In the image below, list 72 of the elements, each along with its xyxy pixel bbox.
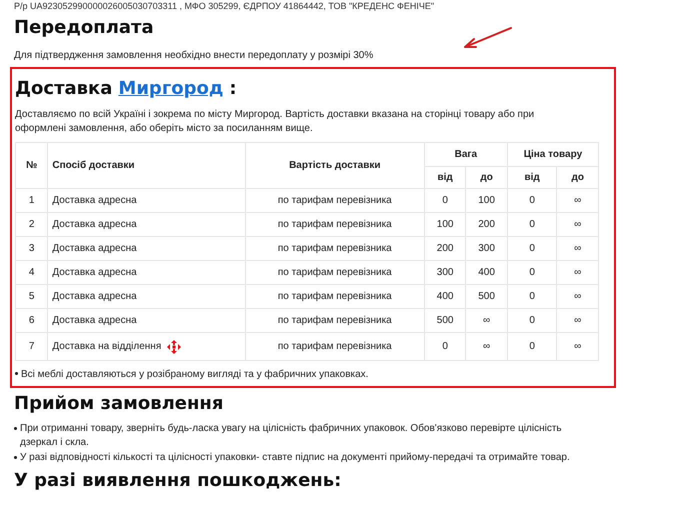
table-cell: по тарифам перевізника <box>245 308 424 332</box>
column-header: від <box>507 166 557 188</box>
table-cell: 500 <box>466 284 508 308</box>
paragraph: При отриманні товару, зверніть будь-ласка увагу на цілісність фабричних упаковок. Обов'язково перевірте цілісність дзеркал і скла. <box>20 422 563 450</box>
table-cell-text: Доставка адресна <box>52 194 137 208</box>
table-cell: ∞ <box>556 188 598 212</box>
table-cell: 200 <box>424 236 466 260</box>
table-cell-text: Доставка адресна <box>52 218 137 232</box>
paragraph: Доставляємо по всій Україні і зокрема по місту Миргород. Вартість доставки вказана на сторінці товару або при оформлені замовлення, або оберіть місто за посиланням вище. <box>15 108 536 136</box>
column-header: до <box>466 166 508 188</box>
city-link[interactable]: Миргород <box>118 75 224 102</box>
table-cell: ∞ <box>556 332 598 360</box>
table-cell-text: Доставка адресна <box>52 266 137 280</box>
bank-details-text: Р/р UA923052990000026005030703311 , МФО 305299, ЄДРПОУ 41864442, ТОВ "КРЕДЕНС ФЕНІЧЕ" <box>14 0 436 12</box>
table-cell: 0 <box>507 332 557 360</box>
table-cell: ∞ <box>556 236 598 260</box>
column-header: Ціна товару <box>507 142 598 166</box>
four-arrows-icon <box>167 340 182 354</box>
table-cell: 300 <box>466 236 508 260</box>
table-cell-text: Доставка адресна <box>52 242 137 256</box>
heading-colon: : <box>229 77 237 101</box>
table-cell: 400 <box>466 260 508 284</box>
column-header: Спосіб доставки <box>48 142 246 188</box>
column-header: до <box>556 166 598 188</box>
table-cell: 6 <box>16 308 48 332</box>
table-cell: по тарифам перевізника <box>245 284 424 308</box>
table-cell: 7 <box>16 332 48 360</box>
table-cell: по тарифам перевізника <box>245 236 424 260</box>
table-cell: 2 <box>16 212 48 236</box>
table-cell: ∞ <box>556 260 598 284</box>
table-cell-text: Доставка адресна <box>52 314 137 328</box>
column-header: Вага <box>424 142 508 166</box>
table-cell: ∞ <box>556 284 598 308</box>
table-cell: 0 <box>507 236 557 260</box>
table-cell: 3 <box>16 236 48 260</box>
table-cell: ∞ <box>556 308 598 332</box>
table-cell-text: Доставка адресна <box>52 290 137 304</box>
table-cell: ∞ <box>466 332 508 360</box>
table-cell: 100 <box>424 212 466 236</box>
table-cell: 4 <box>16 260 48 284</box>
section-heading: Передоплата <box>14 18 154 38</box>
table-cell: 500 <box>424 308 466 332</box>
section-heading: У разі виявлення пошкоджень: <box>14 471 342 491</box>
paragraph: У разі відповідності кількості та цілісності упаковки- ставте підпис на документі прийому-передачі та отримайте товар. <box>20 451 570 465</box>
column-header: № <box>16 142 48 188</box>
table-cell: 100 <box>466 188 508 212</box>
paragraph: Всі меблі доставляються у розібраному вигляді та у фабричних упаковках. <box>21 368 368 382</box>
paragraph: Для підтвердження замовлення необхідно внести передоплату у розмірі 30% <box>14 49 374 63</box>
table-cell: по тарифам перевізника <box>245 212 424 236</box>
table-cell: ∞ <box>466 308 508 332</box>
column-header: від <box>424 166 466 188</box>
table-cell: 0 <box>424 188 466 212</box>
section-heading: Прийом замовлення <box>14 394 224 414</box>
table-cell: 0 <box>507 308 557 332</box>
table-cell: ∞ <box>556 212 598 236</box>
arrow-icon <box>461 26 513 50</box>
table-cell-text: Доставка на відділення <box>52 340 162 354</box>
column-header: Вартість доставки <box>245 142 424 188</box>
table-cell: по тарифам перевізника <box>245 188 424 212</box>
table-cell: 0 <box>507 188 557 212</box>
table-cell: 0 <box>507 284 557 308</box>
table-cell: 1 <box>16 188 48 212</box>
section-heading: Доставка <box>15 77 112 101</box>
table-cell: 200 <box>466 212 508 236</box>
table-cell: по тарифам перевізника <box>245 260 424 284</box>
table-cell: 400 <box>424 284 466 308</box>
table-cell: по тарифам перевізника <box>245 332 424 360</box>
table-cell: 300 <box>424 260 466 284</box>
table-cell: 0 <box>507 260 557 284</box>
table-cell: 0 <box>507 212 557 236</box>
table-cell: 0 <box>424 332 466 360</box>
table-cell: 5 <box>16 284 48 308</box>
